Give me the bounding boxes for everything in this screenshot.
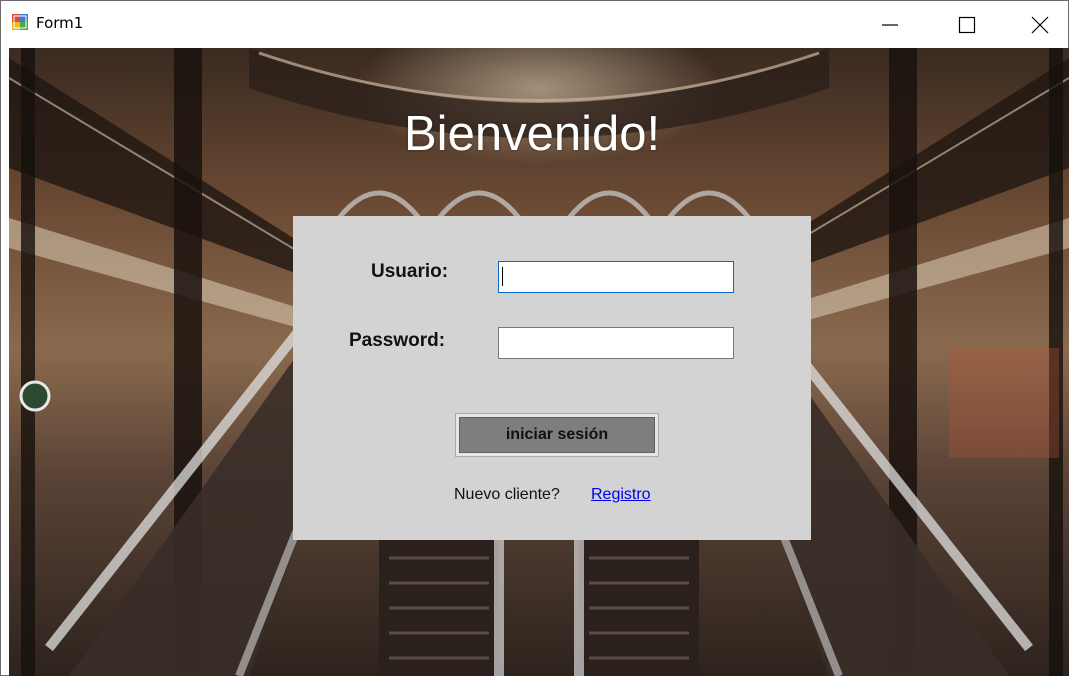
new-client-text: Nuevo cliente? [454,486,560,503]
maximize-button[interactable] [938,1,996,48]
username-label: Usuario: [371,261,449,282]
login-button[interactable]: iniciar sesión [455,413,659,457]
title-bar[interactable]: Form1 [1,1,1068,48]
register-link[interactable]: Registro [591,486,651,504]
username-input[interactable] [498,261,734,293]
welcome-heading: Bienvenido! [404,107,661,161]
background-photo: Bienvenido! Usuario: Password: iniciar s… [9,48,1069,676]
password-label: Password: [349,330,446,351]
close-icon [1031,16,1049,33]
app-icon [12,14,28,30]
window-title: Form1 [36,14,84,32]
text-caret [502,267,503,286]
login-panel: Usuario: Password: iniciar sesión Nuevo … [293,216,811,540]
maximize-icon [958,16,976,33]
password-input[interactable] [498,327,734,359]
app-window: Form1 Bienvenido! Usuario: Password: ini… [0,0,1069,676]
close-button[interactable] [1011,1,1069,48]
minimize-icon [882,23,898,26]
minimize-button[interactable] [861,1,919,48]
login-button-label: iniciar sesión [459,417,655,453]
